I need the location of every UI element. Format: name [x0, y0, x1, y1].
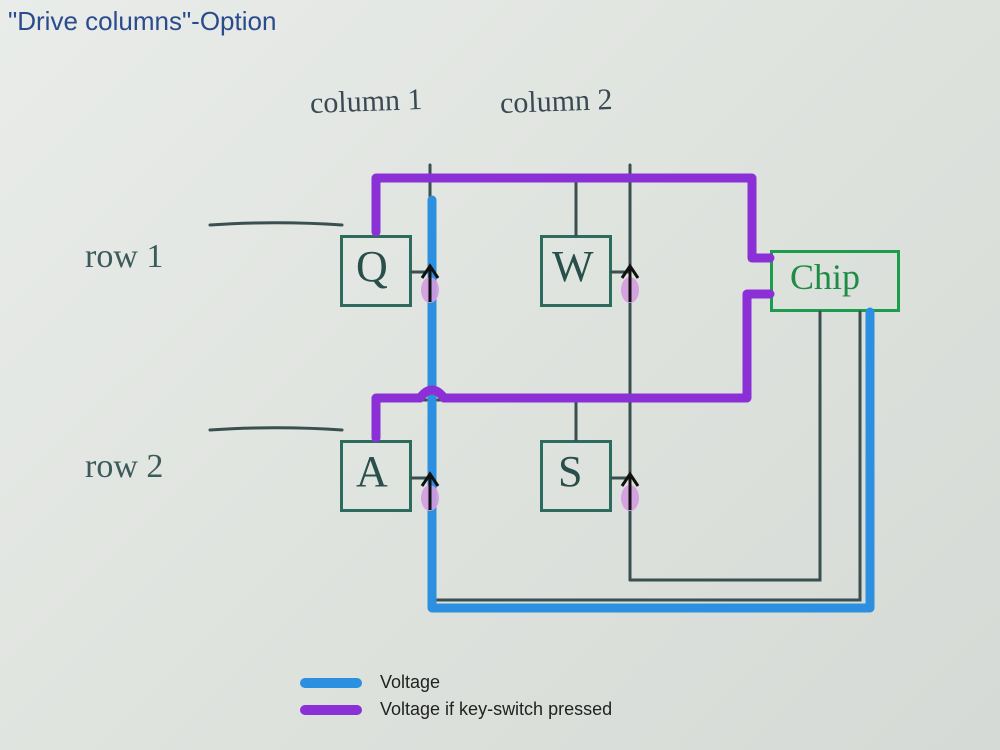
chip-label: Chip: [790, 256, 860, 298]
key-letter-s: S: [558, 446, 582, 497]
legend: Voltage Voltage if key-switch pressed: [300, 666, 612, 720]
legend-label-voltage-pressed: Voltage if key-switch pressed: [380, 699, 612, 720]
legend-label-voltage: Voltage: [380, 672, 440, 693]
diode-icon: [621, 266, 639, 303]
legend-row-voltage: Voltage: [300, 672, 612, 693]
label-row-1: row 1: [85, 238, 163, 276]
diode-icon: [421, 474, 439, 511]
label-column-2: column 2: [499, 83, 613, 121]
legend-row-voltage-pressed: Voltage if key-switch pressed: [300, 699, 612, 720]
label-column-1: column 1: [309, 83, 423, 121]
key-letter-w: W: [552, 241, 594, 292]
legend-swatch-voltage-pressed: [300, 705, 362, 715]
diode-icon: [621, 474, 639, 511]
legend-swatch-voltage: [300, 678, 362, 688]
label-row-2: row 2: [85, 448, 163, 486]
page-title: "Drive columns"-Option: [8, 6, 276, 37]
diode-icon: [421, 266, 439, 303]
key-letter-a: A: [356, 446, 388, 497]
key-letter-q: Q: [356, 241, 388, 292]
